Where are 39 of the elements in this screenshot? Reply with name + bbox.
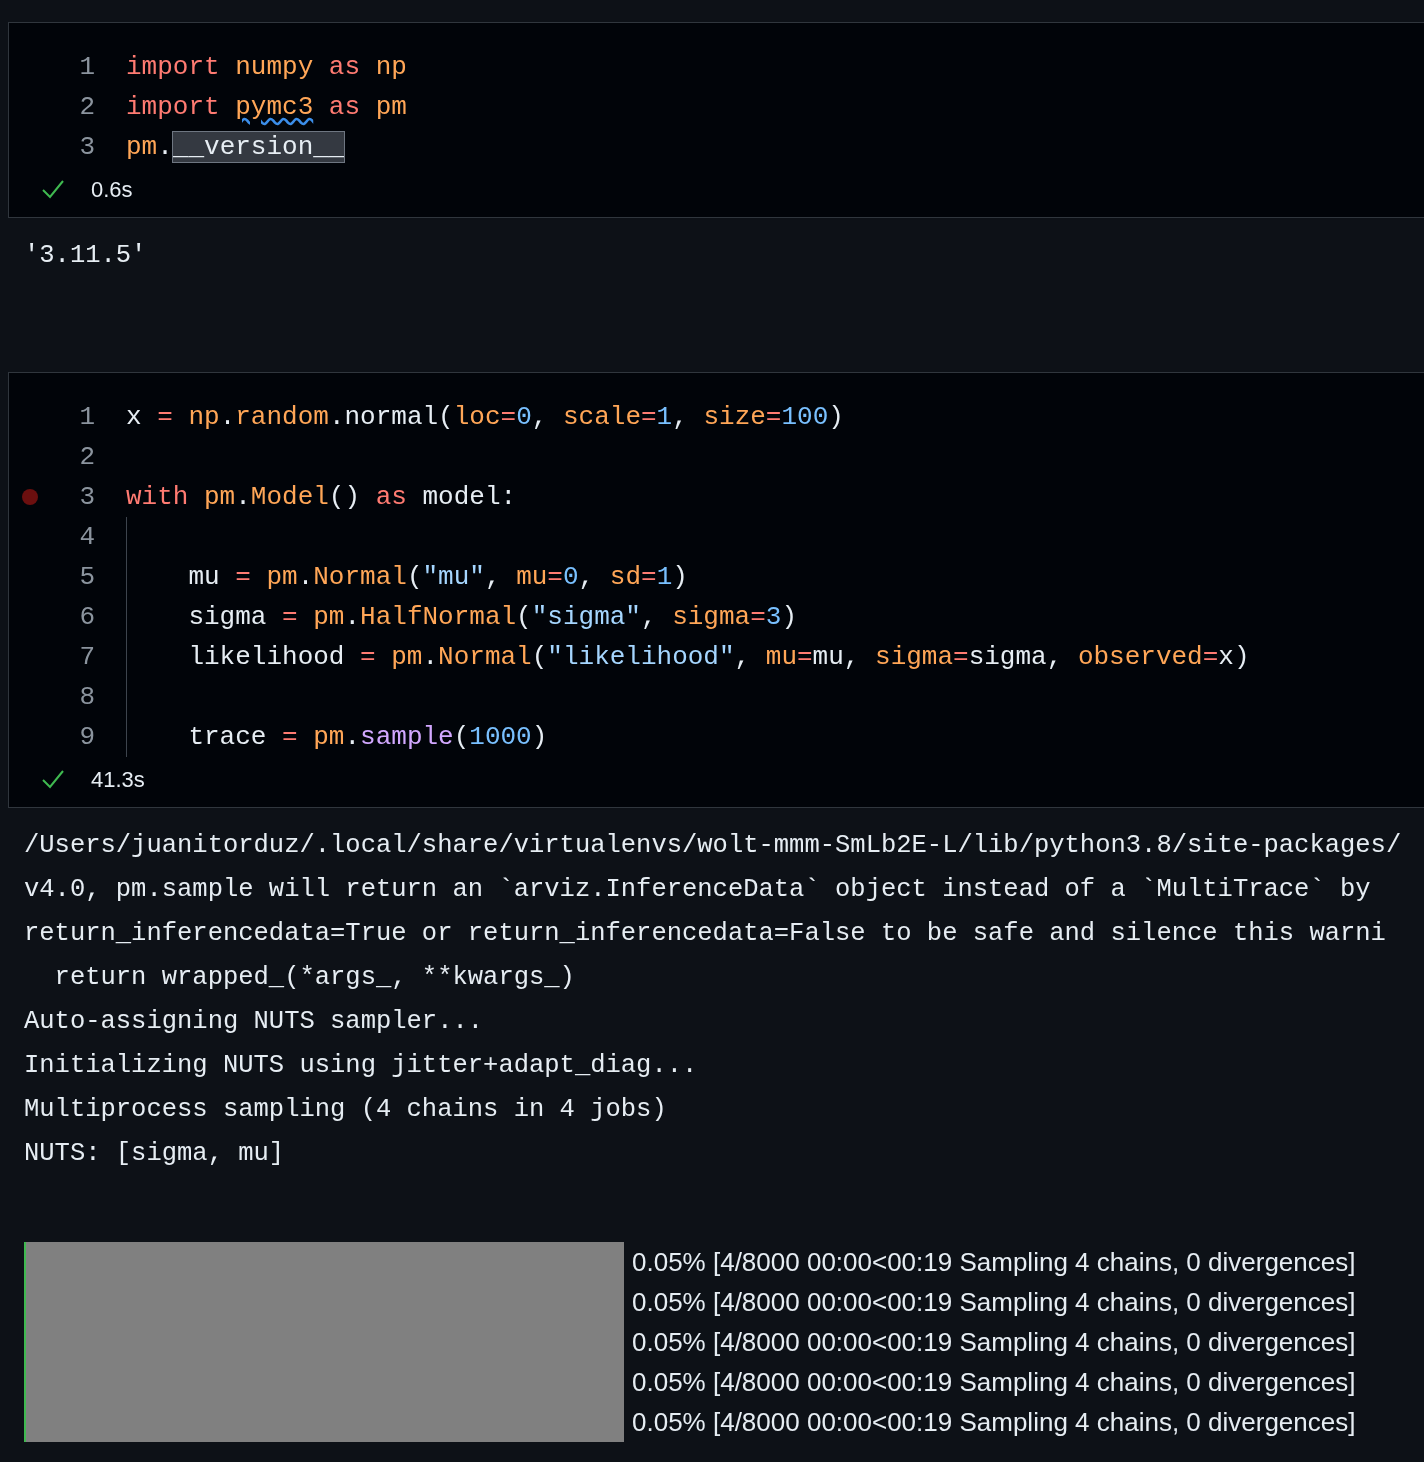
line-number: 2 [78,440,95,474]
progress-text: 0.05% [4/8000 00:00<00:19 Sampling 4 chains, 0 divergences] [632,1405,1356,1439]
output-line: /Users/juanitorduz/.local/share/virtualenvs/wolt-mmm-SmLb2E-L/lib/python3.8/site-packages/ [24,829,1403,862]
line-number: 6 [78,600,95,634]
line-number: 9 [78,720,95,754]
code-line: likelihood = pm.Normal("likelihood", mu=mu, sigma=sigma, observed=x) [187,640,1250,674]
code-line: x = np.random.normal(loc=0, scale=1, size=100) [126,400,844,434]
output-line: return_inferencedata=True or return_inferencedata=False to be safe and silence this warni [24,917,1387,950]
output-line: NUTS: [sigma, mu] [24,1137,286,1170]
line-number: 8 [78,680,95,714]
progress-text: 0.05% [4/8000 00:00<00:19 Sampling 4 chains, 0 divergences] [632,1245,1356,1279]
code-line: with pm.Model() as model: [126,480,517,514]
code-line: import pymc3 as pm [126,90,407,124]
line-number: 5 [78,560,95,594]
line-number: 1 [78,50,95,84]
execution-time: 0.6s [91,175,133,204]
code-line: import numpy as np [126,50,407,84]
line-number: 1 [78,400,95,434]
code-cell[interactable] [8,372,1424,808]
code-line: pm.__version__ [126,130,345,164]
code-line: sigma = pm.HalfNormal("sigma", sigma=3) [187,600,797,634]
progress-text: 0.05% [4/8000 00:00<00:19 Sampling 4 chains, 0 divergences] [632,1325,1356,1359]
line-number: 2 [78,90,95,124]
line-number: 3 [78,130,95,164]
output-line: v4.0, pm.sample will return an `arviz.InferenceData` object instead of a `MultiTrace` by [24,873,1372,906]
execution-time: 41.3s [91,765,145,794]
code-cell[interactable]: 1 import numpy as np 2 import pymc3 as pm 3 pm.__version__ 0.6s [8,22,1424,218]
output-line: Multiprocess sampling (4 chains in 4 jobs) [24,1093,668,1126]
output-line: '3.11.5' [24,239,148,272]
code-line: mu = pm.Normal("mu", mu=0, sd=1) [187,560,688,594]
line-number: 3 [78,480,95,514]
progress-text: 0.05% [4/8000 00:00<00:19 Sampling 4 chains, 0 divergences] [632,1285,1356,1319]
line-number: 4 [78,520,95,554]
progress-text: 0.05% [4/8000 00:00<00:19 Sampling 4 chains, 0 divergences] [632,1365,1356,1399]
output-line: return wrapped_(*args_, **kwargs_) [53,961,576,994]
output-line: Initializing NUTS using jitter+adapt_diag... [24,1049,699,1082]
code-line: trace = pm.sample(1000) [187,720,548,754]
output-line: Auto-assigning NUTS sampler... [24,1005,485,1038]
line-number: 7 [78,640,95,674]
